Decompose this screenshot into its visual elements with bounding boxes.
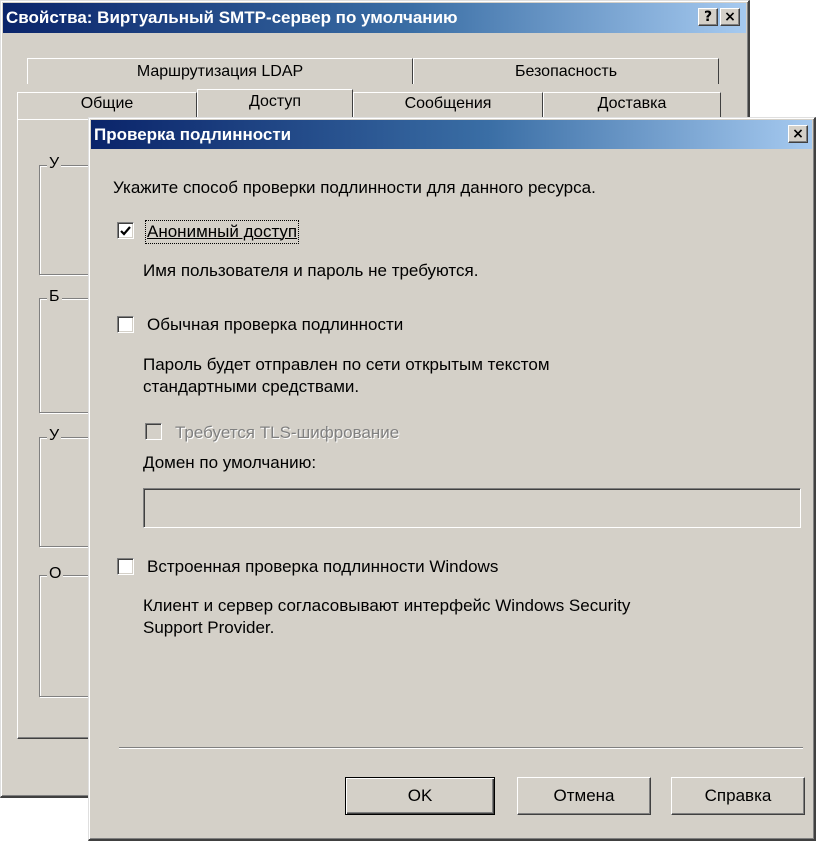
anonymous-description: Имя пользователя и пароль не требуются. [143,261,479,280]
basic-auth-checkbox[interactable] [117,316,134,333]
dialog-titlebar: Проверка подлинности × [91,120,812,149]
group-box-2-label: Б [47,288,62,306]
properties-title: Свойства: Виртуальный SMTP-сервер по умо… [6,8,458,27]
properties-titlebar: Свойства: Виртуальный SMTP-сервер по умо… [3,3,746,33]
windows-auth-description-line2: Support Provider. [143,618,275,637]
windows-auth-checkbox[interactable] [117,558,134,575]
close-icon[interactable]: × [720,8,740,26]
windows-auth-label[interactable]: Встроенная проверка подлинности Windows [147,557,498,577]
authentication-dialog: Проверка подлинности × Укажите способ пр… [88,117,816,841]
group-box-3-label: У [47,427,62,445]
cancel-button[interactable]: Отмена [517,777,651,815]
tab-delivery[interactable]: Доставка [543,92,721,120]
close-icon[interactable]: × [788,125,808,143]
tls-label[interactable]: Требуется TLS-шифрование [175,423,399,443]
tls-checkbox[interactable] [145,423,162,440]
help-icon[interactable]: ? [698,8,718,26]
help-button[interactable]: Справка [671,777,805,815]
group-box-1-label: У [47,155,62,173]
checkmark-icon [120,225,131,236]
intro-text: Укажите способ проверки подлинности для … [113,178,596,197]
anonymous-checkbox[interactable] [117,222,134,239]
tab-security[interactable]: Безопасность [413,58,719,84]
group-box-4-label: О [47,565,64,583]
ok-button[interactable]: OK [345,777,495,815]
tab-access[interactable]: Доступ [197,89,353,119]
basic-auth-label[interactable]: Обычная проверка подлинности [147,315,403,335]
tab-general[interactable]: Общие [17,92,197,120]
dialog-title: Проверка подлинности [94,124,292,144]
tab-messages[interactable]: Сообщения [353,92,543,120]
windows-auth-description-line1: Клиент и сервер согласовывают интерфейс … [143,596,631,615]
anonymous-label[interactable]: Анонимный доступ [144,220,300,244]
separator [119,747,803,749]
basic-auth-description-line1: Пароль будет отправлен по сети открытым … [143,355,550,374]
default-domain-label: Домен по умолчанию: [143,453,317,472]
default-domain-input[interactable] [143,488,801,528]
basic-auth-description-line2: стандартными средствами. [143,377,360,396]
tab-ldap-routing[interactable]: Маршрутизация LDAP [27,58,413,84]
